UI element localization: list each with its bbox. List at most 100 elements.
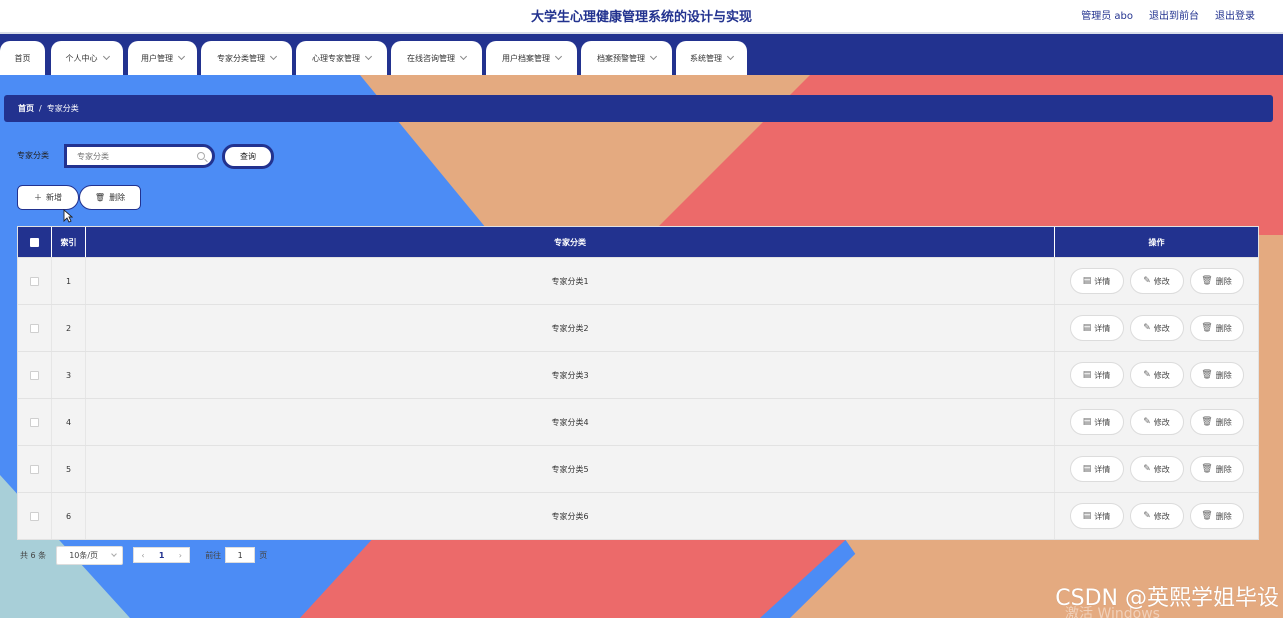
- delete-button[interactable]: 🗑 删除: [1189, 268, 1244, 294]
- row-ops: ▤ 详情 ✎ 修改 🗑 删除: [1055, 399, 1258, 445]
- trash-icon: 🗑: [1201, 511, 1213, 521]
- pencil-icon: ✎: [1143, 511, 1151, 521]
- page-size-select[interactable]: 10条/页: [56, 545, 124, 565]
- chevron-down-icon: [111, 551, 118, 557]
- expert-category-table: 索引 专家分类 操作 1 专家分类1 ▤ 详情 ✎ 修改 🗑 删除 2 专家分类2 ▤ 详情 ✎ 修改 🗑 删…: [17, 226, 1259, 540]
- current-page[interactable]: 1: [159, 551, 165, 560]
- row-index: 5: [52, 446, 86, 492]
- delete-label: 删除: [1215, 323, 1232, 333]
- document-icon: ▤: [1082, 417, 1092, 427]
- nav-personal-center[interactable]: 个人中心: [51, 41, 123, 75]
- delete-label: 删除: [1215, 511, 1232, 521]
- top-bar-actions: 管理员 abo 退出到前台 退出登录: [1081, 7, 1255, 22]
- pagination: 共 6 条 10条/页 ‹ 1 › 前往 1 页: [20, 545, 267, 565]
- row-category: 专家分类6: [86, 493, 1055, 539]
- row-checkbox[interactable]: [30, 511, 39, 521]
- row-select-cell: [18, 399, 52, 445]
- row-ops: ▤ 详情 ✎ 修改 🗑 删除: [1055, 446, 1258, 492]
- row-ops: ▤ 详情 ✎ 修改 🗑 删除: [1055, 258, 1258, 304]
- edit-button[interactable]: ✎ 修改: [1129, 456, 1184, 482]
- pencil-icon: ✎: [1143, 323, 1151, 333]
- edit-label: 修改: [1153, 511, 1170, 521]
- document-icon: ▤: [1082, 511, 1092, 521]
- header-ops: 操作: [1148, 237, 1165, 247]
- nav-system-management[interactable]: 系统管理: [676, 41, 747, 75]
- logout-link[interactable]: 退出登录: [1215, 7, 1255, 22]
- detail-label: 详情: [1094, 323, 1111, 333]
- delete-label: 删除: [1215, 370, 1232, 380]
- plus-icon: ＋: [34, 193, 42, 202]
- chevron-down-icon: [102, 52, 110, 61]
- row-checkbox[interactable]: [30, 276, 39, 286]
- edit-label: 修改: [1153, 323, 1170, 333]
- next-page-icon[interactable]: ›: [179, 551, 182, 560]
- detail-label: 详情: [1094, 370, 1111, 380]
- edit-button[interactable]: ✎ 修改: [1129, 362, 1184, 388]
- edit-button[interactable]: ✎ 修改: [1129, 409, 1184, 435]
- edit-button[interactable]: ✎ 修改: [1129, 503, 1184, 529]
- prev-page-icon[interactable]: ‹: [141, 551, 144, 560]
- detail-button[interactable]: ▤ 详情: [1069, 362, 1124, 388]
- detail-button[interactable]: ▤ 详情: [1069, 409, 1124, 435]
- nav-user-management[interactable]: 用户管理: [128, 41, 197, 75]
- trash-icon: 🗑: [94, 193, 106, 202]
- search-field[interactable]: [64, 144, 215, 168]
- query-button[interactable]: 查询: [222, 144, 274, 169]
- edit-label: 修改: [1153, 370, 1170, 380]
- delete-button[interactable]: 🗑 删除: [1189, 503, 1244, 529]
- row-checkbox[interactable]: [30, 417, 39, 427]
- edit-label: 修改: [1153, 464, 1170, 474]
- row-index: 1: [52, 258, 86, 304]
- table-body: 1 专家分类1 ▤ 详情 ✎ 修改 🗑 删除 2 专家分类2 ▤ 详情 ✎ 修改 🗑 删除 3 专家分类3 ▤ 详情 ✎…: [18, 257, 1258, 539]
- detail-button[interactable]: ▤ 详情: [1069, 315, 1124, 341]
- main-nav: 首页 个人中心 用户管理 专家分类管理 心理专家管理 在线咨询管理 用户档案管理…: [0, 34, 1283, 75]
- select-all-checkbox[interactable]: [30, 237, 39, 247]
- table-row: 2 专家分类2 ▤ 详情 ✎ 修改 🗑 删除: [18, 304, 1258, 351]
- nav-archive-warning[interactable]: 档案预警管理: [581, 41, 672, 75]
- nav-label: 用户档案管理: [502, 53, 550, 63]
- row-checkbox[interactable]: [30, 323, 39, 333]
- table-row: 6 专家分类6 ▤ 详情 ✎ 修改 🗑 删除: [18, 492, 1258, 539]
- search-label: 专家分类: [17, 151, 49, 160]
- nav-label: 个人中心: [65, 53, 98, 63]
- nav-expert-category[interactable]: 专家分类管理: [201, 41, 292, 75]
- detail-button[interactable]: ▤ 详情: [1069, 268, 1124, 294]
- detail-label: 详情: [1094, 276, 1111, 286]
- breadcrumb-home[interactable]: 首页: [18, 103, 34, 114]
- add-button[interactable]: ＋ 新增: [17, 185, 79, 210]
- nav-label: 心理专家管理: [312, 53, 360, 63]
- breadcrumb-separator: /: [39, 104, 42, 113]
- nav-home[interactable]: 首页: [0, 41, 45, 75]
- edit-button[interactable]: ✎ 修改: [1129, 315, 1184, 341]
- delete-button[interactable]: 🗑 删除: [1189, 456, 1244, 482]
- row-index: 4: [52, 399, 86, 445]
- detail-label: 详情: [1094, 417, 1111, 427]
- nav-label: 档案预警管理: [597, 53, 645, 63]
- delete-button[interactable]: 🗑 删除: [1189, 409, 1244, 435]
- chevron-down-icon: [554, 52, 563, 61]
- bulk-delete-label: 删除: [109, 193, 126, 202]
- search-input[interactable]: [77, 151, 193, 161]
- detail-button[interactable]: ▤ 详情: [1069, 456, 1124, 482]
- edit-label: 修改: [1153, 276, 1170, 286]
- nav-user-archive[interactable]: 用户档案管理: [486, 41, 577, 75]
- goto-page-input[interactable]: 1: [225, 547, 256, 563]
- row-checkbox[interactable]: [30, 370, 39, 380]
- edit-button[interactable]: ✎ 修改: [1129, 268, 1184, 294]
- page-nav: ‹ 1 ›: [133, 547, 191, 563]
- to-front-link[interactable]: 退出到前台: [1149, 7, 1199, 22]
- delete-button[interactable]: 🗑 删除: [1189, 315, 1244, 341]
- trash-icon: 🗑: [1201, 370, 1213, 380]
- row-ops: ▤ 详情 ✎ 修改 🗑 删除: [1055, 493, 1258, 539]
- search-icon: [197, 152, 205, 160]
- trash-icon: 🗑: [1201, 323, 1213, 333]
- bulk-delete-button[interactable]: 🗑 删除: [79, 185, 141, 210]
- user-label[interactable]: 管理员 abo: [1081, 7, 1133, 22]
- row-checkbox[interactable]: [30, 464, 39, 474]
- nav-expert-management[interactable]: 心理专家管理: [296, 41, 387, 75]
- detail-button[interactable]: ▤ 详情: [1069, 503, 1124, 529]
- nav-online-consult[interactable]: 在线咨询管理: [391, 41, 482, 75]
- row-index: 3: [52, 352, 86, 398]
- delete-button[interactable]: 🗑 删除: [1189, 362, 1244, 388]
- chevron-down-icon: [269, 52, 278, 61]
